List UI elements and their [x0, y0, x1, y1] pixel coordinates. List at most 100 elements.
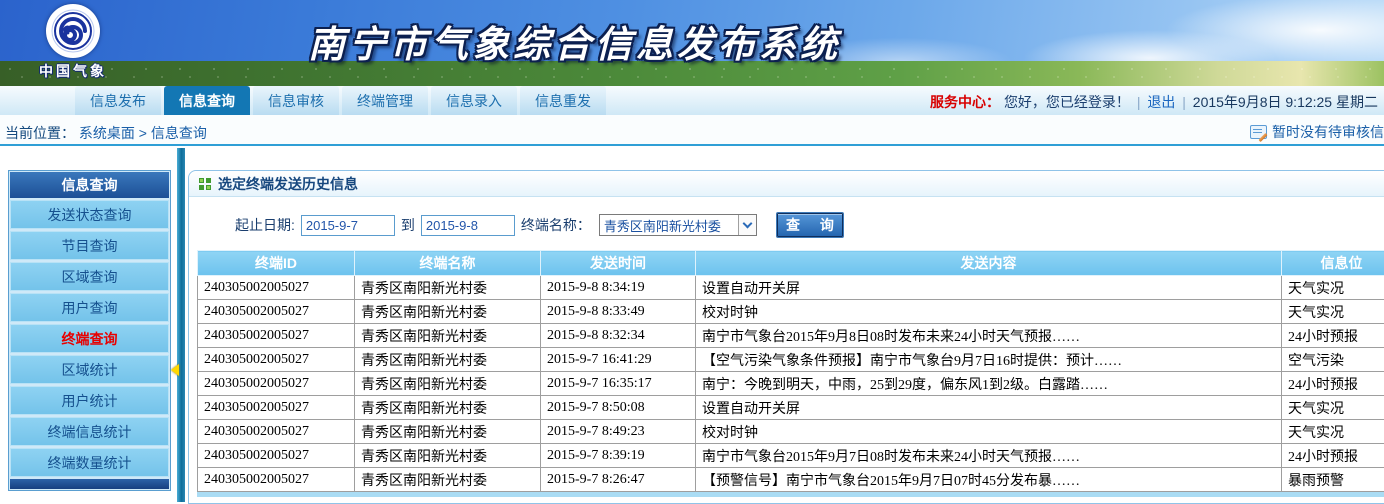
combo-dropdown-button[interactable]	[738, 215, 756, 235]
cell-terminal-id: 240305002005027	[198, 300, 355, 324]
cma-logo-icon	[46, 4, 100, 58]
cell-info-type: 天气实况	[1282, 276, 1384, 300]
cell-send-content: 南宁市气象台2015年9月7日08时发布未来24小时天气预报……	[696, 444, 1282, 468]
column-header: 信息位	[1282, 251, 1384, 276]
table-row: 240305002005027青秀区南阳新光村委2015-9-8 8:34:19…	[198, 276, 1384, 300]
sidebar-item[interactable]: 节目查询	[10, 231, 169, 260]
cell-terminal-id: 240305002005027	[198, 348, 355, 372]
nav-tab[interactable]: 终端管理	[342, 86, 428, 115]
table-row: 240305002005027青秀区南阳新光村委2015-9-8 8:32:34…	[198, 324, 1384, 348]
cell-terminal-name: 青秀区南阳新光村委	[355, 300, 541, 324]
audit-notice-text: 暂时没有待审核信息	[1272, 122, 1384, 142]
query-form: 起止日期: 到 终端名称： 青秀区南阳新光村委 查 询	[235, 213, 1384, 237]
nav-tab[interactable]: 信息审核	[253, 86, 339, 115]
cell-terminal-id: 240305002005027	[198, 396, 355, 420]
cell-terminal-name: 青秀区南阳新光村委	[355, 420, 541, 444]
table-row: 240305002005027青秀区南阳新光村委2015-9-7 8:49:23…	[198, 420, 1384, 444]
cell-terminal-id: 240305002005027	[198, 372, 355, 396]
nav-tab[interactable]: 信息发布	[75, 86, 161, 115]
breadcrumb-home[interactable]: 系统桌面	[79, 125, 135, 141]
cell-send-time: 2015-9-7 8:49:23	[541, 420, 696, 444]
session-info: 服务中心： 您好，您已经登录！ | 退出 | 2015年9月8日 9:12:25…	[930, 92, 1378, 112]
table-row: 240305002005027青秀区南阳新光村委2015-9-7 8:39:19…	[198, 444, 1384, 468]
to-label: 到	[401, 215, 415, 235]
cell-terminal-name: 青秀区南阳新光村委	[355, 348, 541, 372]
cell-terminal-name: 青秀区南阳新光村委	[355, 444, 541, 468]
banner: 中国气象 南宁市气象综合信息发布系统	[0, 0, 1384, 86]
collapse-arrow-icon[interactable]	[171, 364, 179, 376]
panel-title: 选定终端发送历史信息	[218, 174, 358, 194]
table-row: 240305002005027青秀区南阳新光村委2015-9-7 8:26:47…	[198, 468, 1384, 492]
main-panel: 选定终端发送历史信息 起止日期: 到 终端名称： 青秀区南阳新光村委 查 询 终…	[188, 170, 1384, 504]
cell-send-content: 南宁市气象台2015年9月8日08时发布未来24小时天气预报……	[696, 324, 1282, 348]
query-button[interactable]: 查 询	[777, 213, 843, 237]
end-date-input[interactable]	[421, 215, 515, 236]
table-row: 240305002005027青秀区南阳新光村委2015-9-7 16:35:1…	[198, 372, 1384, 396]
sidebar-item[interactable]: 区域统计	[10, 355, 169, 384]
sidebar-item[interactable]: 用户统计	[10, 386, 169, 415]
logo-caption: 中国气象	[18, 61, 128, 81]
cell-send-time: 2015-9-7 16:41:29	[541, 348, 696, 372]
breadcrumb: 当前位置： 系统桌面 > 信息查询	[5, 123, 207, 143]
audit-notice[interactable]: 暂时没有待审核信息	[1250, 122, 1384, 142]
grid-icon	[199, 178, 211, 190]
cell-send-time: 2015-9-8 8:33:49	[541, 300, 696, 324]
table-header-row: 终端ID终端名称发送时间发送内容信息位	[198, 251, 1384, 276]
cell-send-content: 南宁：今晚到明天，中雨，25到29度，偏东风1到2级。白露踏……	[696, 372, 1282, 396]
history-table: 终端ID终端名称发送时间发送内容信息位 240305002005027青秀区南阳…	[197, 250, 1384, 492]
separator: |	[1182, 94, 1186, 110]
terminal-select-value: 青秀区南阳新光村委	[600, 216, 738, 235]
sidebar-item[interactable]: 区域查询	[10, 262, 169, 291]
nav-tab[interactable]: 信息查询	[164, 86, 250, 115]
sidebar-item[interactable]: 终端数量统计	[10, 448, 169, 477]
table-body: 240305002005027青秀区南阳新光村委2015-9-8 8:34:19…	[198, 276, 1384, 492]
sidebar: 信息查询 发送状态查询节目查询区域查询用户查询终端查询区域统计用户统计终端信息统…	[8, 170, 171, 491]
cell-terminal-id: 240305002005027	[198, 420, 355, 444]
table-row: 240305002005027青秀区南阳新光村委2015-9-7 8:50:08…	[198, 396, 1384, 420]
panel-bottom-strip	[197, 492, 1384, 497]
sidebar-item[interactable]: 发送状态查询	[10, 200, 169, 229]
sidebar-footer	[10, 479, 169, 489]
cell-info-type: 天气实况	[1282, 420, 1384, 444]
terminal-name-label: 终端名称：	[521, 215, 591, 235]
cell-send-content: 校对时钟	[696, 420, 1282, 444]
cell-terminal-id: 240305002005027	[198, 444, 355, 468]
greeting-text: 您好，您已经登录！	[1004, 94, 1130, 110]
cell-terminal-name: 青秀区南阳新光村委	[355, 396, 541, 420]
separator: |	[1137, 94, 1141, 110]
sidebar-divider	[177, 148, 185, 502]
column-header: 终端名称	[355, 251, 541, 276]
cell-send-time: 2015-9-7 16:35:17	[541, 372, 696, 396]
cell-info-type: 24小时预报	[1282, 324, 1384, 348]
cell-info-type: 24小时预报	[1282, 444, 1384, 468]
table-row: 240305002005027青秀区南阳新光村委2015-9-8 8:33:49…	[198, 300, 1384, 324]
navbar: 信息发布信息查询信息审核终端管理信息录入信息重发 服务中心： 您好，您已经登录！…	[0, 86, 1384, 115]
nav-tab[interactable]: 信息重发	[520, 86, 606, 115]
logo: 中国气象	[18, 4, 128, 81]
sidebar-item[interactable]: 终端信息统计	[10, 417, 169, 446]
terminal-select[interactable]: 青秀区南阳新光村委	[599, 214, 757, 236]
location-label: 当前位置：	[5, 125, 75, 141]
cell-send-content: 校对时钟	[696, 300, 1282, 324]
sidebar-item[interactable]: 用户查询	[10, 293, 169, 322]
page-body: 信息查询 发送状态查询节目查询区域查询用户查询终端查询区域统计用户统计终端信息统…	[0, 148, 1384, 502]
breadcrumb-bar: 当前位置： 系统桌面 > 信息查询 暂时没有待审核信息	[0, 115, 1384, 146]
nav-tab[interactable]: 信息录入	[431, 86, 517, 115]
column-header: 终端ID	[198, 251, 355, 276]
page-title: 南宁市气象综合信息发布系统	[308, 14, 841, 68]
sidebar-header: 信息查询	[10, 172, 169, 198]
cell-send-time: 2015-9-8 8:32:34	[541, 324, 696, 348]
logout-link[interactable]: 退出	[1147, 94, 1175, 110]
sidebar-item[interactable]: 终端查询	[10, 324, 169, 353]
breadcrumb-separator: >	[139, 125, 147, 141]
nav-tabs: 信息发布信息查询信息审核终端管理信息录入信息重发	[75, 86, 606, 115]
chevron-down-icon	[742, 219, 752, 229]
cell-terminal-name: 青秀区南阳新光村委	[355, 468, 541, 492]
cell-info-type: 空气污染	[1282, 348, 1384, 372]
cell-send-time: 2015-9-7 8:26:47	[541, 468, 696, 492]
cell-send-time: 2015-9-7 8:39:19	[541, 444, 696, 468]
cell-send-content: 【空气污染气象条件预报】南宁市气象台9月7日16时提供：预计……	[696, 348, 1282, 372]
cell-info-type: 天气实况	[1282, 396, 1384, 420]
cell-send-content: 设置自动开关屏	[696, 276, 1282, 300]
start-date-input[interactable]	[301, 215, 395, 236]
